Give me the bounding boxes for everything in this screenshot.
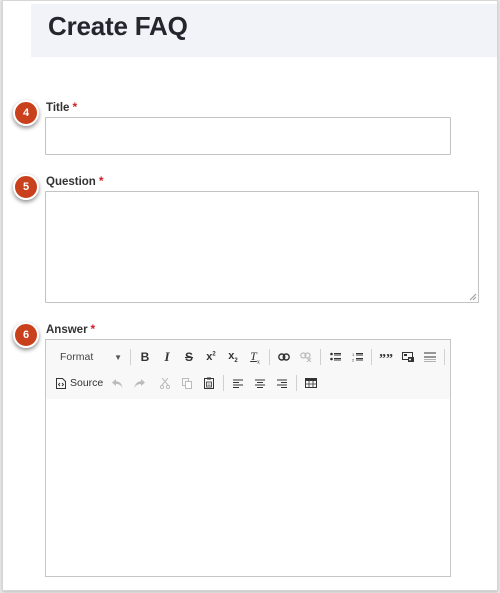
subscript-button[interactable]: x2 [223, 346, 243, 368]
paste-button[interactable] [199, 372, 219, 394]
undo-button[interactable] [107, 372, 127, 394]
required-marker: * [90, 322, 96, 336]
toolbar-row-2: Source [54, 372, 323, 394]
bulleted-list-button[interactable] [325, 346, 345, 368]
required-marker: * [72, 100, 78, 114]
align-right-icon [277, 379, 288, 388]
toolbar-separator [371, 349, 372, 365]
align-right-button[interactable] [272, 372, 292, 394]
table-icon [305, 378, 318, 388]
toolbar-separator [223, 375, 225, 391]
strikethrough-icon: S [184, 350, 193, 364]
image-icon [401, 351, 415, 363]
align-left-button[interactable] [228, 372, 248, 394]
bold-button[interactable]: B [135, 346, 155, 368]
redo-icon [134, 378, 145, 388]
step-badge-6: 6 [13, 322, 39, 348]
bulleted-list-icon [329, 352, 341, 362]
horizontal-rule-icon [424, 352, 436, 363]
blockquote-icon: ” [379, 351, 386, 367]
subscript-icon: x2 [228, 349, 238, 365]
source-button[interactable]: Source [54, 372, 105, 394]
blockquote-button[interactable]: ”” [376, 346, 396, 368]
title-input[interactable] [45, 117, 451, 155]
undo-icon [111, 378, 123, 388]
superscript-icon: x2 [206, 351, 216, 363]
answer-rich-text-editor: Format ▼ B I S x2 x2 Tx 12 ” ” Source [45, 339, 451, 577]
answer-label-text: Answer [46, 324, 88, 336]
numbered-list-button[interactable]: 12 [347, 346, 367, 368]
resize-handle-icon[interactable] [469, 293, 477, 301]
toolbar-separator [130, 349, 131, 365]
redo-button[interactable] [129, 372, 149, 394]
align-left-icon [233, 379, 244, 388]
title-label-text: Title [46, 102, 70, 114]
required-marker: * [98, 174, 104, 188]
remove-format-icon: Tx [250, 348, 260, 366]
question-label-text: Question [46, 176, 96, 188]
horizontal-rule-button[interactable] [420, 346, 440, 368]
cut-icon [160, 377, 171, 389]
svg-text:2: 2 [352, 358, 355, 363]
toolbar-separator [296, 375, 298, 391]
paste-icon [204, 377, 215, 389]
page-title: Create FAQ [48, 11, 188, 41]
editor-content-area[interactable] [46, 399, 450, 576]
strikethrough-button[interactable]: S [179, 346, 199, 368]
title-label: Title * [46, 100, 77, 114]
source-icon [56, 377, 66, 389]
answer-label: Answer * [46, 322, 95, 336]
superscript-button[interactable]: x2 [201, 346, 221, 368]
bold-icon: B [140, 350, 150, 364]
italic-icon: I [164, 349, 170, 364]
cut-button[interactable] [155, 372, 175, 394]
chevron-down-icon: ▼ [114, 352, 122, 362]
unlink-icon [300, 352, 312, 362]
copy-button[interactable] [177, 372, 197, 394]
align-center-icon [255, 379, 266, 388]
source-label: Source [70, 377, 104, 389]
toolbar-separator [269, 349, 270, 365]
toolbar-row-1: Format ▼ B I S x2 x2 Tx 12 ” ” [54, 346, 449, 368]
image-button[interactable] [398, 346, 418, 368]
toolbar-separator [320, 349, 321, 365]
question-textarea[interactable] [45, 191, 479, 303]
italic-button[interactable]: I [157, 346, 177, 368]
unlink-button[interactable] [296, 346, 316, 368]
svg-text:1: 1 [352, 352, 355, 357]
align-center-button[interactable] [250, 372, 270, 394]
format-dropdown-label: Format [60, 351, 94, 363]
link-button[interactable] [274, 346, 294, 368]
step-badge-5: 5 [13, 174, 39, 200]
numbered-list-icon: 12 [352, 352, 363, 362]
table-button[interactable] [301, 372, 321, 394]
remove-format-button[interactable]: Tx [245, 346, 265, 368]
question-label: Question * [46, 174, 104, 188]
toolbar-separator [444, 349, 445, 365]
format-dropdown[interactable]: Format ▼ [54, 346, 126, 368]
step-badge-4: 4 [13, 100, 39, 126]
editor-toolbar: Format ▼ B I S x2 x2 Tx 12 ” ” Source [46, 340, 450, 399]
link-icon [278, 353, 290, 361]
copy-icon [182, 377, 193, 389]
page-header: Create FAQ [31, 4, 497, 57]
